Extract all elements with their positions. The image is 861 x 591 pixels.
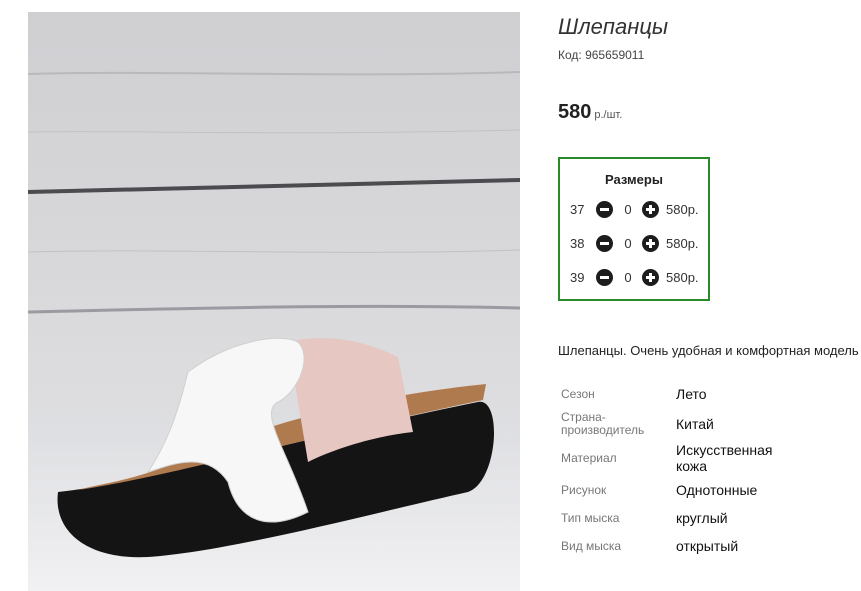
attribute-label: Тип мыска xyxy=(561,511,620,525)
attribute-value: Лето xyxy=(676,386,707,402)
product-photo-illustration xyxy=(28,12,520,591)
product-image[interactable] xyxy=(28,12,520,591)
product-code: Код: 965659011 xyxy=(558,48,645,62)
plus-circle-icon[interactable] xyxy=(642,269,659,286)
attribute-value: Искусственная кожа xyxy=(676,442,773,474)
quantity-value: 0 xyxy=(624,236,632,251)
attribute-value: открытый xyxy=(676,538,739,554)
minus-circle-icon[interactable] xyxy=(596,201,613,218)
minus-circle-icon[interactable] xyxy=(596,235,613,252)
size-value: 38 xyxy=(570,236,585,251)
size-price: 580р. xyxy=(666,270,699,285)
plus-circle-icon[interactable] xyxy=(642,201,659,218)
sizes-panel: Размеры 37 0 580р. 38 0 580р. 39 0 580р. xyxy=(558,157,710,301)
quantity-value: 0 xyxy=(624,270,632,285)
size-price: 580р. xyxy=(666,202,699,217)
product-description: Шлепанцы. Очень удобная и комфортная мод… xyxy=(558,343,859,358)
attribute-label: Материал xyxy=(561,451,617,465)
attribute-value: Китай xyxy=(676,416,714,432)
price-value: 580 xyxy=(558,101,592,123)
product-title: Шлепанцы xyxy=(558,14,669,39)
product-price: 580 р./шт. xyxy=(558,101,622,124)
size-price: 580р. xyxy=(666,236,699,251)
size-value: 39 xyxy=(570,270,585,285)
plus-circle-icon[interactable] xyxy=(642,235,659,252)
size-value: 37 xyxy=(570,202,585,217)
price-unit: р./шт. xyxy=(594,109,623,121)
attribute-label: Рисунок xyxy=(561,483,607,497)
sizes-title: Размеры xyxy=(605,172,663,187)
quantity-value: 0 xyxy=(624,202,632,217)
attribute-label: Вид мыска xyxy=(561,539,622,553)
minus-circle-icon[interactable] xyxy=(596,269,613,286)
attribute-value: круглый xyxy=(676,510,728,526)
attribute-label: Страна-производитель xyxy=(561,410,645,437)
attribute-label: Сезон xyxy=(561,387,595,401)
attribute-value: Однотонные xyxy=(676,482,758,498)
